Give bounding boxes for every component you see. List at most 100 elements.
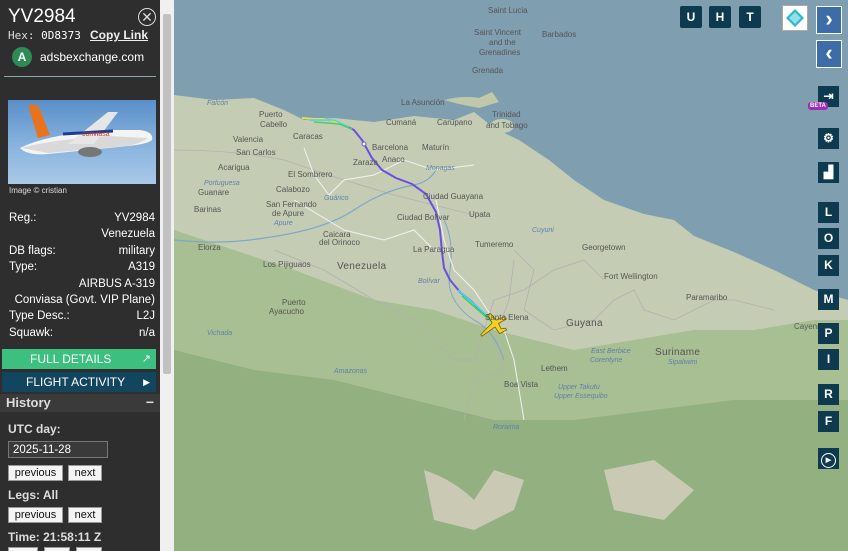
time-step-button[interactable] [8, 547, 38, 551]
detail-value: AIRBUS A-319 [78, 277, 155, 290]
map-label: Puerto [259, 110, 283, 119]
map-label: Valencia [233, 135, 264, 144]
gear-icon: ⚙ [823, 131, 834, 145]
chevron-left-icon: ‹ [825, 40, 833, 65]
map-label: Saint Vincent [474, 28, 521, 37]
map-label: Amazonas [334, 368, 368, 375]
map-label: Suriname [655, 347, 701, 358]
map-label: Ayacucho [269, 307, 304, 316]
replay-button[interactable]: ▶ [818, 448, 839, 469]
leaderboard-button[interactable]: ▟ [818, 162, 839, 183]
map-button-k[interactable]: K [818, 255, 839, 276]
site-name[interactable]: adsbexchange.com [40, 50, 144, 64]
previous-leg-button[interactable]: previous [8, 507, 63, 523]
map-label: Boa Vista [504, 380, 539, 389]
map-label: Ciudad Bolívar [397, 213, 450, 222]
map-button-r[interactable]: R [818, 384, 839, 405]
collapse-icon[interactable]: − [146, 394, 154, 410]
map-label: Maturín [422, 143, 450, 152]
map-button-u[interactable]: U [680, 6, 702, 28]
map-label: Venezuela [337, 261, 387, 272]
map-button-l[interactable]: L [818, 202, 839, 223]
time-step-button[interactable] [76, 547, 102, 551]
map-button-m[interactable]: M [818, 289, 839, 310]
map-label: Fort Wellington [604, 272, 658, 281]
arrow-right-icon: ▶ [143, 377, 150, 387]
time-step-button[interactable] [44, 547, 70, 551]
full-details-button[interactable]: FULL DETAILS ↗ [2, 349, 156, 369]
map-label: La Paragua [413, 245, 455, 254]
aircraft-details: Reg.: YV2984 Venezuela DB flags: military … [0, 212, 160, 343]
login-icon: ⇥ [823, 89, 834, 103]
map-label: Grenadines [479, 48, 521, 57]
next-day-button[interactable]: next [68, 465, 102, 481]
map-label: Corentyne [590, 357, 623, 364]
chevron-right-icon: › [825, 6, 833, 31]
previous-day-button[interactable]: previous [8, 465, 63, 481]
settings-button[interactable]: ⚙ [818, 128, 839, 149]
map-label: Falcón [207, 100, 229, 107]
map-button-t[interactable]: T [739, 6, 761, 28]
map-label: Bolívar [418, 278, 440, 285]
map-label: Saint Lucia [488, 6, 528, 15]
expand-right-button[interactable]: › [816, 6, 842, 34]
history-title: History [6, 395, 51, 410]
map-label: and Tobago [486, 121, 528, 130]
map-button-p[interactable]: P [818, 323, 839, 344]
detail-row: AIRBUS A-319 [0, 278, 160, 294]
map-button-h[interactable]: H [709, 6, 731, 28]
podium-icon: ▟ [823, 165, 834, 179]
sidebar-scrollbar[interactable] [160, 0, 174, 551]
map-button-f[interactable]: F [818, 411, 839, 432]
detail-label: Reg.: [9, 212, 37, 224]
full-details-label: FULL DETAILS [30, 352, 112, 366]
map-label: Santa Elena [485, 313, 529, 322]
utc-date-input[interactable]: 2025-11-28 [8, 441, 108, 458]
map-label: Trinidad [492, 110, 521, 119]
map-label: Upata [469, 210, 491, 219]
map-label: Paramaribo [686, 293, 728, 302]
map-label: Guanare [198, 188, 230, 197]
map-label: Barcelona [372, 143, 409, 152]
map-label: Caracas [293, 132, 323, 141]
map-layers-button[interactable] [782, 5, 808, 31]
map-label: Tumeremo [475, 240, 514, 249]
map-label: Lethem [541, 364, 568, 373]
map-label: Barinas [194, 205, 222, 214]
map-label: Los Pijiguaos [263, 260, 311, 269]
map-label: Cabello [260, 120, 288, 129]
hex-value: 0D8373 [41, 29, 81, 42]
map-label: de Apure [272, 209, 305, 218]
map-label: Upper Essequibo [554, 393, 608, 400]
detail-value: n/a [139, 326, 155, 339]
map-label: Puerto [282, 298, 306, 307]
detail-row: Type: A319 [0, 261, 160, 277]
beta-badge: BETA [808, 102, 828, 110]
map-label: Guyana [566, 318, 603, 329]
map-canvas[interactable] [174, 0, 848, 551]
detail-row: Reg.: YV2984 [0, 212, 160, 228]
map-button-o[interactable]: O [818, 228, 839, 249]
aircraft-photo[interactable]: conviasa [8, 100, 156, 184]
map-label: Guárico [324, 195, 349, 202]
layers-icon [786, 9, 804, 27]
utc-day-label: UTC day: [8, 422, 61, 436]
map-label: Portuguesa [204, 180, 240, 187]
map-label: Cuyuni [532, 227, 554, 234]
collapse-left-button[interactable]: ‹ [816, 40, 842, 68]
legs-label: Legs: All [8, 488, 59, 502]
hex-label: Hex: [8, 29, 35, 42]
map-view[interactable]: Saint Lucia Saint Vincent and the Grenad… [174, 0, 848, 551]
next-leg-button[interactable]: next [68, 507, 102, 523]
close-icon[interactable]: ✕ [138, 8, 156, 26]
detail-value: Conviasa (Govt. VIP Plane) [14, 293, 155, 306]
history-header[interactable]: History − [0, 394, 160, 412]
flight-activity-button[interactable]: FLIGHT ACTIVITY ▶ [2, 372, 156, 392]
map-label: Apure [274, 220, 293, 227]
detail-label: Type Desc.: [9, 310, 70, 323]
scrollbar-thumb[interactable] [163, 14, 171, 374]
copy-link[interactable]: Copy Link [90, 28, 148, 42]
map-label: Monagas [426, 165, 455, 172]
map-label: Sipaliwini [668, 359, 698, 366]
map-button-i[interactable]: I [818, 349, 839, 370]
